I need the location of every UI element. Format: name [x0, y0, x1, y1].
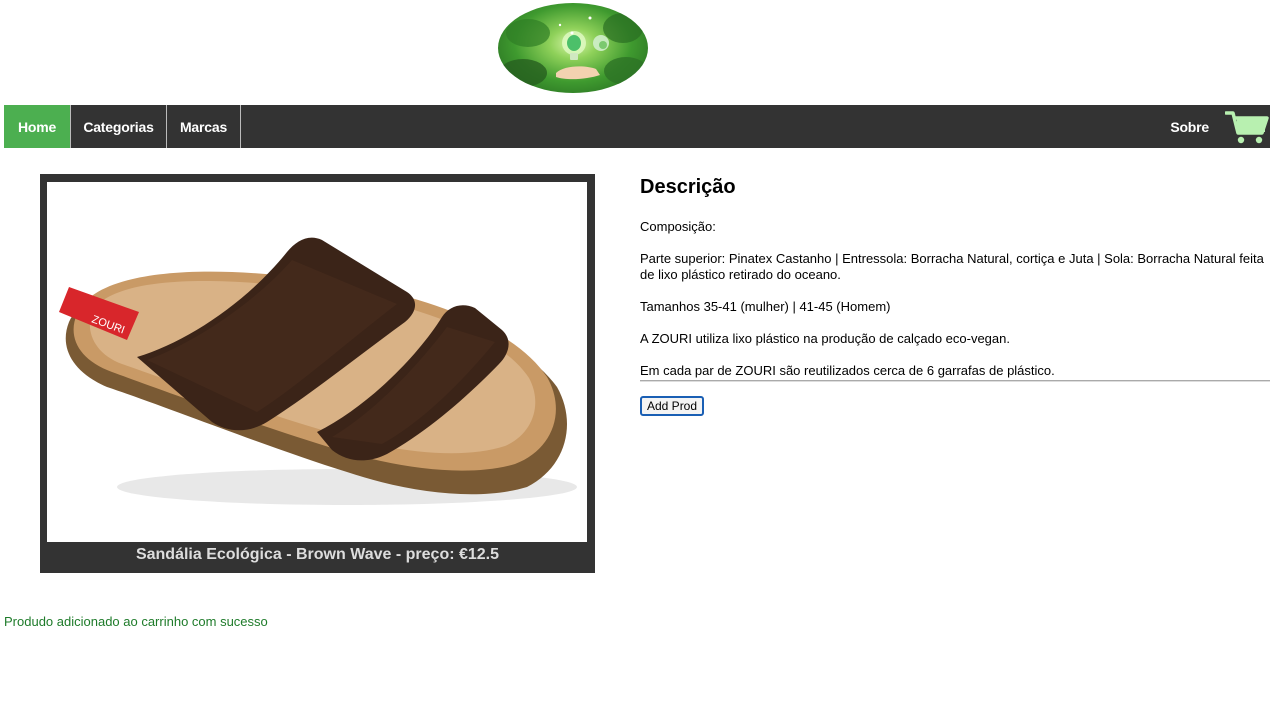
nav-sobre[interactable]: Sobre — [1170, 105, 1224, 148]
sizes-text: Tamanhos 35-41 (mulher) | 41-45 (Homem) — [640, 299, 891, 314]
eco-lightbulb-hand-icon — [499, 13, 648, 87]
info-text-2: Em cada par de ZOURI são reutilizados ce… — [640, 363, 1055, 378]
site-logo — [498, 3, 648, 93]
cart-button[interactable] — [1224, 105, 1270, 148]
shopping-cart-icon — [1225, 110, 1269, 143]
product-image: ZOURI — [47, 182, 587, 542]
success-message: Produdo adicionado ao carrinho com suces… — [4, 614, 268, 629]
add-product-button[interactable]: Add Prod — [640, 396, 705, 416]
description-title: Descrição — [640, 176, 736, 198]
composition-label: Composição: — [640, 219, 716, 234]
divider — [640, 380, 1270, 382]
main-navbar: Home Categorias Marcas Sobre — [4, 105, 1270, 148]
nav-marcas[interactable]: Marcas — [167, 105, 241, 148]
nav-categorias[interactable]: Categorias — [71, 105, 167, 148]
composition-text: Parte superior: Pinatex Castanho | Entre… — [640, 251, 1264, 282]
nav-home[interactable]: Home — [4, 105, 71, 148]
product-description: Descrição Composição: Parte superior: Pi… — [640, 176, 1270, 416]
info-text-1: A ZOURI utiliza lixo plástico na produçã… — [640, 331, 1010, 346]
product-caption: Sandália Ecológica - Brown Wave - preço:… — [135, 546, 500, 563]
product-card: ZOURI Sandália Ecológica - Brown Wave - … — [40, 174, 595, 573]
sandal-product-image: ZOURI — [59, 237, 577, 505]
